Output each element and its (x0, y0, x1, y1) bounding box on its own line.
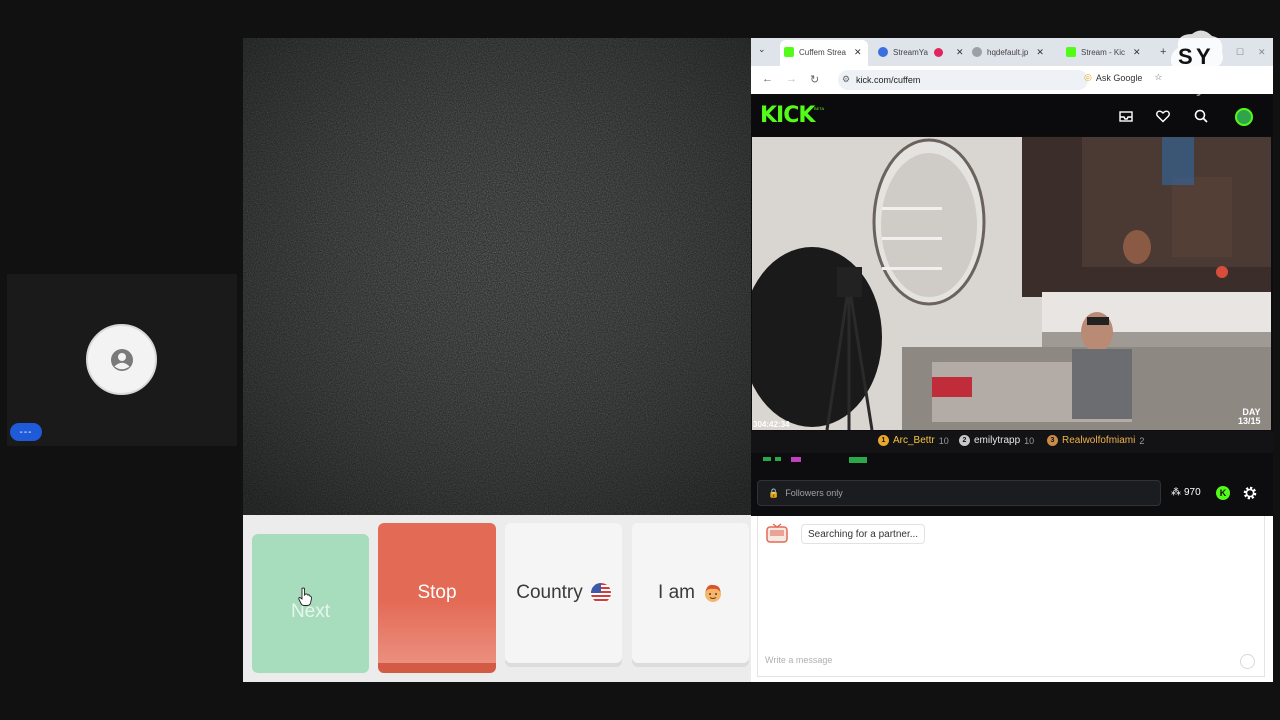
url-text: kick.com/cuffem (856, 75, 921, 85)
forward-icon[interactable]: → (786, 73, 797, 85)
streamyard-logo-icon: S Y (1170, 30, 1223, 69)
gear-icon[interactable] (1242, 485, 1258, 501)
viewer-count: ⁂ 970 (1171, 487, 1201, 498)
kick-favicon-icon (784, 47, 794, 57)
day-value: 13/15 (1238, 416, 1261, 426)
emoji-icon[interactable] (1240, 654, 1255, 669)
day-counter: DAY 13/15 (1238, 408, 1261, 426)
tab-streamyard[interactable]: StreamYa ✕ (878, 42, 964, 62)
kick-chat-area (751, 453, 1273, 463)
tab-search-icon[interactable]: ⌄ (758, 44, 766, 55)
tab-hqdefault[interactable]: hqdefault.jp ✕ (972, 42, 1044, 62)
leaderboard-entry[interactable]: 1 Arc_Bettr 10 (878, 435, 949, 446)
heart-icon[interactable] (1155, 108, 1171, 124)
person-emoji-icon (704, 584, 721, 602)
lens-icon: ◎ (1084, 72, 1092, 82)
leaderboard-entry[interactable]: 3 Realwolfofmiami 2 (1047, 435, 1144, 446)
user-avatar[interactable] (1235, 108, 1253, 126)
message-input[interactable]: Write a message (765, 655, 832, 665)
gold-medal-icon: 1 (878, 435, 889, 446)
search-icon[interactable] (1193, 108, 1209, 124)
followers-only-chat-input[interactable]: 🔒 Followers only (757, 480, 1161, 506)
participant-name-tag: --- (10, 423, 42, 441)
tab-stream-kick[interactable]: Stream - Kic ✕ (1066, 42, 1141, 62)
leaderboard-name: Realwolfofmiami (1062, 435, 1136, 446)
tv-logo-icon (766, 523, 788, 543)
ask-google-label: Ask Google (1095, 72, 1143, 83)
reload-icon[interactable]: ↻ (810, 73, 819, 86)
kick-chat-button[interactable]: K (1216, 486, 1230, 500)
stop-label: Stop (417, 582, 457, 603)
tab-title: Stream - Kic (1081, 47, 1126, 57)
tab-title: hqdefault.jp (987, 47, 1029, 57)
i-am-label: I am (658, 582, 695, 603)
inbox-icon[interactable] (1118, 108, 1134, 124)
close-icon[interactable]: ✕ (1036, 47, 1044, 58)
streamyard-favicon-icon (878, 47, 888, 57)
viewers-icon: ⁂ (1171, 487, 1181, 498)
kick-favicon-icon (1066, 47, 1076, 57)
leaderboard-count: 2 (1139, 435, 1145, 446)
kick-beta-tag: BETA (814, 106, 825, 111)
chat-input-divider (757, 676, 1265, 677)
user-circle-icon (110, 348, 133, 371)
i-am-button[interactable]: I am (632, 523, 749, 663)
leaderboard-name: Arc_Bettr (893, 435, 935, 446)
followers-only-label: Followers only (785, 488, 843, 498)
chat-emote-fragments (763, 457, 867, 463)
kick-logo[interactable]: KICK (760, 103, 815, 128)
stream-video-frame (752, 137, 1271, 430)
back-icon[interactable]: ← (762, 73, 773, 85)
stream-uptime: 304:42:34 (753, 420, 790, 429)
svg-text:Y: Y (1196, 44, 1211, 69)
tab-cuffem[interactable]: Cuffem Strea ✕ (784, 42, 862, 62)
country-button[interactable]: Country (505, 523, 622, 663)
static-noise (243, 38, 751, 515)
streamyard-watermark: streamyard (1141, 76, 1232, 97)
globe-icon (972, 47, 982, 57)
bronze-medal-icon: 3 (1047, 435, 1058, 446)
lock-icon: 🔒 (768, 487, 780, 498)
tab-title: Cuffem Strea (799, 47, 846, 57)
hand-cursor-icon (298, 587, 312, 606)
site-info-icon[interactable]: ⚙ (842, 74, 850, 85)
leaderboard-count: 10 (1024, 435, 1035, 446)
url-field[interactable]: kick.com/cuffem (838, 70, 1088, 90)
maximize-icon[interactable]: ☐ (1236, 42, 1244, 62)
viewer-count-value: 970 (1184, 487, 1201, 498)
webcam-static-view (243, 38, 751, 515)
recording-icon (933, 47, 943, 57)
close-icon[interactable]: ✕ (1133, 47, 1141, 58)
tab-title: StreamYa (893, 47, 928, 57)
window-close-icon[interactable]: ✕ (1258, 42, 1266, 62)
country-label: Country (516, 582, 583, 603)
participant-avatar (86, 324, 157, 395)
stop-button[interactable]: Stop (378, 523, 496, 673)
close-icon[interactable]: ✕ (854, 47, 862, 58)
close-icon[interactable]: ✕ (956, 47, 964, 58)
silver-medal-icon: 2 (959, 435, 970, 446)
us-flag-icon (590, 583, 611, 603)
leaderboard-count: 10 (938, 435, 949, 446)
status-message: Searching for a partner... (801, 524, 926, 544)
svg-text:S: S (1178, 44, 1193, 69)
leaderboard-name: emilytrapp (974, 435, 1021, 446)
stream-video[interactable] (752, 137, 1271, 430)
leaderboard-entry[interactable]: 2 emilytrapp 10 (959, 435, 1034, 446)
